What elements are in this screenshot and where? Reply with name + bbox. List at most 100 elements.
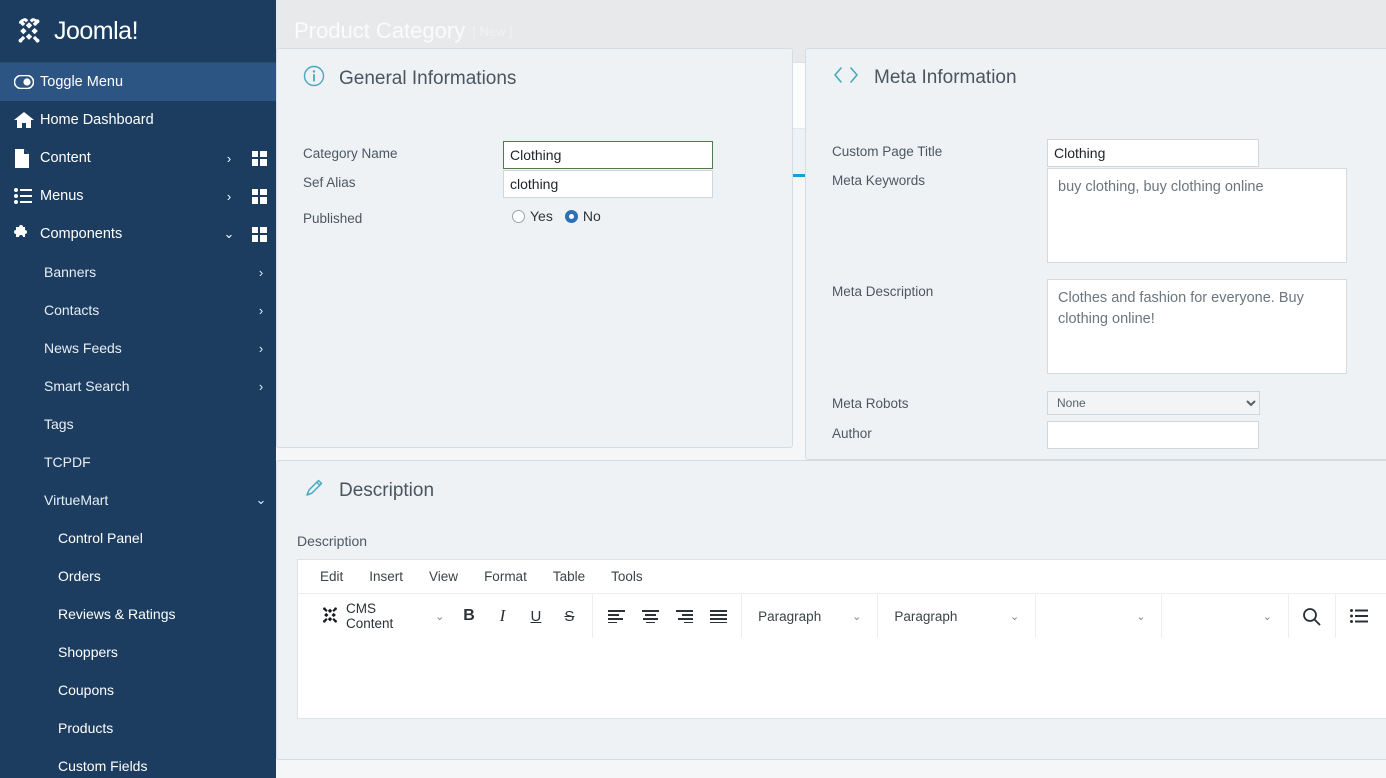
sidebar-item-banners[interactable]: Banners ›	[0, 253, 276, 291]
sef-alias-label: Sef Alias	[303, 175, 356, 190]
sidebar-item-label: Coupons	[58, 682, 115, 698]
chevron-down-icon: ⌄	[1136, 610, 1146, 623]
sidebar-item-label: News Feeds	[44, 340, 122, 356]
cms-content-label: CMS Content	[346, 601, 394, 631]
bold-button[interactable]: B	[452, 599, 485, 633]
align-justify-button[interactable]	[701, 599, 735, 633]
chevron-right-icon: ›	[226, 188, 232, 204]
sidebar-item-label: TCPDF	[44, 454, 91, 470]
category-name-input[interactable]	[503, 141, 713, 169]
sidebar-item-orders[interactable]: Orders	[0, 557, 276, 595]
list-icon	[14, 188, 40, 204]
sidebar-item-reviews-ratings[interactable]: Reviews & Ratings	[0, 595, 276, 633]
block-format-dropdown-2[interactable]: Paragraph ⌄	[884, 599, 1029, 633]
sidebar-item-shoppers[interactable]: Shoppers	[0, 633, 276, 671]
meta-keywords-textarea[interactable]: buy clothing, buy clothing online	[1047, 168, 1347, 263]
grid-icon[interactable]	[242, 188, 276, 204]
chevron-down-icon: ⌄	[852, 610, 862, 623]
sidebar-item-content[interactable]: Content ›	[0, 139, 276, 177]
sidebar-item-virtuemart[interactable]: VirtueMart ⌄	[0, 481, 276, 519]
sidebar-item-news-feeds[interactable]: News Feeds ›	[0, 329, 276, 367]
author-input[interactable]	[1047, 421, 1259, 449]
sidebar-item-home-dashboard[interactable]: Home Dashboard	[0, 101, 276, 139]
published-radio-group[interactable]: Yes No	[512, 206, 601, 224]
sidebar-item-menus[interactable]: Menus ›	[0, 177, 276, 215]
underline-button[interactable]: U	[519, 599, 552, 633]
sidebar-item-custom-fields[interactable]: Custom Fields	[0, 747, 276, 778]
sidebar-item-label: Menus	[40, 188, 84, 204]
published-no-option[interactable]: No	[564, 208, 601, 224]
menu-view[interactable]: View	[429, 569, 458, 584]
chevron-right-icon: ›	[258, 264, 264, 280]
panel-title: Description	[339, 480, 435, 501]
bullet-list-button[interactable]	[1342, 599, 1376, 633]
sef-alias-input[interactable]	[503, 170, 713, 198]
radio-label: Yes	[530, 208, 553, 224]
sidebar-item-coupons[interactable]: Coupons	[0, 671, 276, 709]
sidebar-item-label: Orders	[58, 568, 101, 584]
meta-keywords-label: Meta Keywords	[832, 173, 926, 188]
block-format-dropdown-1[interactable]: Paragraph ⌄	[748, 599, 871, 633]
sidebar-item-label: Home Dashboard	[40, 112, 154, 128]
block-format-dropdown-3[interactable]: ⌄	[1042, 599, 1155, 633]
sidebar-item-smart-search[interactable]: Smart Search ›	[0, 367, 276, 405]
general-information-panel: General Informations Category Name Sef A…	[276, 48, 793, 448]
align-left-button[interactable]	[599, 599, 633, 633]
strikethrough-button[interactable]: S	[553, 599, 586, 633]
custom-page-title-label: Custom Page Title	[832, 144, 943, 159]
panel-title: Meta Information	[874, 67, 1017, 88]
menu-table[interactable]: Table	[553, 569, 585, 584]
sidebar-item-label: VirtueMart	[44, 492, 109, 508]
sidebar-item-tcpdf[interactable]: TCPDF	[0, 443, 276, 481]
panel-header: General Informations	[277, 49, 792, 107]
menu-format[interactable]: Format	[484, 569, 527, 584]
radio-label: No	[582, 208, 601, 224]
sidebar-item-label: Control Panel	[58, 530, 143, 546]
sidebar-item-tags[interactable]: Tags	[0, 405, 276, 443]
grid-icon[interactable]	[242, 150, 276, 166]
chevron-down-icon: ⌄	[1262, 610, 1272, 623]
menu-tools[interactable]: Tools	[611, 569, 643, 584]
sidebar-item-label: Custom Fields	[58, 758, 148, 774]
sidebar-item-control-panel[interactable]: Control Panel	[0, 519, 276, 557]
menu-edit[interactable]: Edit	[320, 569, 343, 584]
align-center-button[interactable]	[633, 599, 667, 633]
chevron-right-icon: ›	[258, 302, 264, 318]
meta-information-panel: Meta Information Custom Page Title Meta …	[805, 48, 1386, 460]
rich-text-editor[interactable]: Edit Insert View Format Table Tools CMS …	[297, 559, 1386, 719]
custom-page-title-input[interactable]	[1047, 139, 1259, 167]
align-right-button[interactable]	[667, 599, 701, 633]
chevron-right-icon: ›	[258, 378, 264, 394]
page-title-state: [ New ]	[472, 23, 513, 39]
radio-unselected-icon	[512, 209, 525, 223]
category-name-label: Category Name	[303, 146, 398, 161]
sidebar-item-components[interactable]: Components ⌄	[0, 215, 276, 253]
sidebar-item-label: Smart Search	[44, 378, 130, 394]
menu-insert[interactable]: Insert	[369, 569, 403, 584]
sidebar-item-label: Products	[58, 720, 114, 736]
info-circle-icon	[303, 65, 325, 93]
sidebar-item-label: Shoppers	[58, 644, 118, 660]
sidebar: Joomla! Toggle Menu Home Dashboard Conte…	[0, 0, 276, 778]
grid-icon[interactable]	[242, 226, 276, 242]
meta-robots-select[interactable]: None	[1047, 391, 1260, 415]
chevron-down-icon: ⌄	[255, 492, 267, 507]
search-button[interactable]	[1295, 599, 1329, 633]
block-format-dropdown-4[interactable]: ⌄	[1168, 599, 1281, 633]
dropdown-value: Paragraph	[758, 608, 822, 624]
italic-button[interactable]: I	[486, 599, 519, 633]
main-content: Product Category [ New ] Save & Close	[276, 0, 1386, 778]
sidebar-item-label: Content	[40, 150, 91, 166]
form-panels: General Informations Category Name Sef A…	[276, 48, 1386, 778]
sidebar-item-contacts[interactable]: Contacts ›	[0, 291, 276, 329]
sidebar-item-label: Banners	[44, 264, 97, 280]
dropdown-value: Paragraph	[894, 608, 958, 624]
cms-content-button[interactable]: CMS Content ⌄	[310, 601, 452, 631]
sidebar-item-products[interactable]: Products	[0, 709, 276, 747]
sidebar-item-label: Reviews & Ratings	[58, 606, 176, 622]
joomla-brand[interactable]: Joomla!	[0, 0, 276, 63]
meta-description-textarea[interactable]: Clothes and fashion for everyone. Buy cl…	[1047, 279, 1347, 374]
joomla-logo-icon	[14, 16, 44, 46]
published-yes-option[interactable]: Yes	[512, 208, 553, 224]
sidebar-item-toggle-menu[interactable]: Toggle Menu	[0, 63, 276, 101]
